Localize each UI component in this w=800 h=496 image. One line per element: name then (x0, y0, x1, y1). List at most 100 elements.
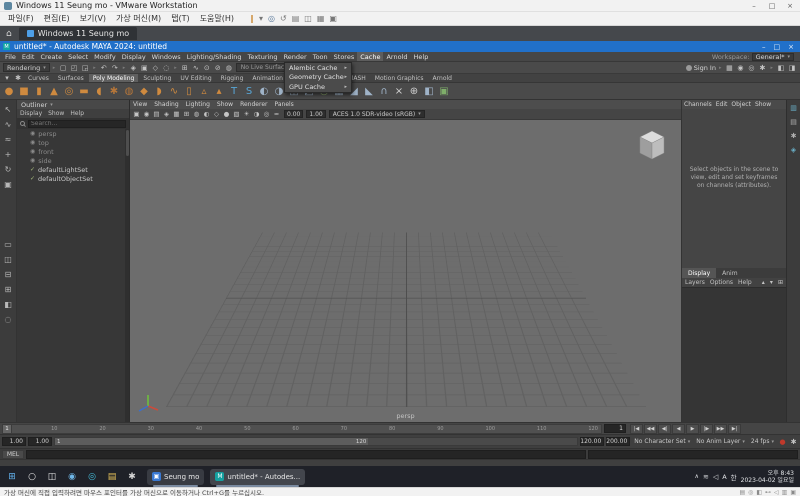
workspace-selector[interactable]: General* ▾ (751, 52, 794, 61)
make-live-icon[interactable]: ◍ (224, 63, 234, 73)
ime-hangul-indicator[interactable]: 한 (731, 472, 737, 482)
maya-menu-item[interactable]: Create (37, 52, 65, 61)
tray-volume-icon[interactable]: ◁ (713, 473, 718, 481)
vmware-menu-item[interactable]: 탭(T) (167, 13, 194, 24)
viewport-menu-item[interactable]: Shading (154, 101, 178, 108)
save-scene-icon[interactable]: ◲ (80, 63, 90, 73)
shelf-tab[interactable]: Curves (24, 74, 53, 82)
viewport-menu-item[interactable]: Show (217, 101, 233, 108)
shelf-tab[interactable]: Surfaces (54, 74, 88, 82)
boolean-union-icon[interactable]: ◐ (257, 84, 271, 98)
current-time-marker[interactable]: 1 (3, 424, 12, 433)
go-to-end-button[interactable]: ▶| (728, 423, 741, 434)
joint-xray-icon[interactable]: ◍ (192, 109, 201, 119)
edge-browser-button[interactable]: ◎ (83, 468, 101, 485)
viewport-menu-item[interactable]: Panels (274, 101, 293, 108)
search-button[interactable]: ○ (23, 468, 41, 485)
range-slider-handle[interactable]: 1 120 (55, 438, 369, 445)
maya-menu-item[interactable]: Select (65, 52, 91, 61)
shelf-gear-icon[interactable]: ✱ (13, 74, 23, 82)
toggle-right-panel-icon[interactable]: ◨ (787, 63, 797, 73)
taskbar-app-maya[interactable]: M untitled* - Autodes... (210, 468, 306, 487)
menu-set-dropdown[interactable]: Rendering ▾ (3, 63, 50, 72)
tray-chevron-icon[interactable]: ∧ (695, 473, 699, 480)
maya-minimize-button[interactable]: – (762, 43, 766, 51)
poly-sphere-icon[interactable]: ● (2, 84, 16, 98)
zoom-select-icon[interactable]: ◌ (3, 314, 13, 324)
range-slider-track[interactable]: 1 120 (54, 437, 579, 446)
outliner-menu-item[interactable]: Show (48, 110, 64, 117)
taskbar-app-seungmo[interactable]: ▣ Seung mo (147, 468, 205, 487)
shelf-tab[interactable]: UV Editing (176, 74, 215, 82)
snap-grid-icon[interactable]: ⊞ (180, 63, 190, 73)
outliner-item-persp[interactable]: ◉ persp (17, 129, 125, 138)
move-layer-down-icon[interactable]: ▾ (770, 278, 773, 288)
outliner-item-top[interactable]: ◉ top (17, 138, 125, 147)
poly-prism-icon[interactable]: ▵ (197, 84, 211, 98)
widgets-button[interactable]: ◉ (63, 468, 81, 485)
paint-select-tool-icon[interactable]: ≈ (3, 134, 13, 144)
mel-toggle-button[interactable]: MEL (2, 449, 24, 459)
cache-menu-item[interactable]: Geometry Cache ▸ (285, 73, 351, 83)
poly-plane-icon[interactable]: ▬ (77, 84, 91, 98)
ime-latin-indicator[interactable]: A (722, 473, 726, 481)
poly-pyramid-icon[interactable]: ▴ (212, 84, 226, 98)
command-result-field[interactable] (588, 449, 798, 459)
layer-editor-menu-item[interactable]: Help (738, 279, 752, 286)
viewport-menu-item[interactable]: View (133, 101, 147, 108)
poly-super-ellipse-icon[interactable]: ◗ (152, 84, 166, 98)
quad-draw-icon[interactable]: ▣ (437, 84, 451, 98)
poly-torus-icon[interactable]: ◎ (62, 84, 76, 98)
cache-menu-item[interactable]: Alembic Cache ▸ (285, 63, 351, 73)
snap-point-icon[interactable]: ⊙ (202, 63, 212, 73)
outliner-scrollbar[interactable] (125, 129, 129, 422)
maya-menu-item[interactable]: Toon (310, 52, 331, 61)
layer-list[interactable] (682, 287, 786, 422)
group-separator-icon[interactable]: ▸ (173, 65, 178, 71)
render-settings-icon[interactable]: ✱ (757, 63, 767, 73)
vmware-menu-item[interactable]: 보기(V) (76, 13, 110, 24)
group-separator-icon[interactable]: ▸ (92, 65, 97, 71)
vmware-menu-item[interactable]: 도움말(H) (196, 13, 238, 24)
suspend-button[interactable]: ‖ (250, 14, 254, 23)
shelf-tab[interactable]: Poly Modeling (88, 74, 139, 82)
exposure-field[interactable]: 0.00 (284, 110, 304, 118)
outliner-item-defaultobjectset[interactable]: ✓ defaultObjectSet (17, 174, 125, 183)
bookmarks-icon[interactable]: ◈ (162, 109, 171, 119)
play-backwards-button[interactable]: ◀ (672, 423, 685, 434)
poly-gear-icon[interactable]: ✱ (107, 84, 121, 98)
attribute-editor-toggle-icon[interactable]: ▤ (789, 117, 799, 127)
play-forwards-button[interactable]: ▶ (686, 423, 699, 434)
new-scene-icon[interactable]: ▢ (58, 63, 68, 73)
target-weld-icon[interactable]: ⊕ (407, 84, 421, 98)
shelf-tab[interactable]: Arnold (429, 74, 456, 82)
viewport-menu-item[interactable]: Lighting (186, 101, 210, 108)
textured-icon[interactable]: ▧ (232, 109, 241, 119)
task-view-button[interactable]: ◫ (43, 468, 61, 485)
maya-close-button[interactable]: × (788, 43, 794, 51)
poly-soccer-ball-icon[interactable]: ◍ (122, 84, 136, 98)
render-view-icon[interactable]: ▦ (724, 63, 734, 73)
fps-dropdown[interactable]: 24 fps ▾ (749, 438, 776, 445)
channel-box-menu-item[interactable]: Edit (716, 101, 728, 108)
type-tool-icon[interactable]: T (227, 84, 241, 98)
snapshot-take-icon[interactable]: ◎ (268, 14, 275, 23)
anim-layer-dropdown[interactable]: No Anim Layer ▾ (694, 438, 747, 445)
start-button[interactable]: ⊞ (3, 468, 21, 485)
step-forward-frame-button[interactable]: ▶▶ (714, 423, 727, 434)
redo-icon[interactable]: ↷ (110, 63, 120, 73)
shelf-tab[interactable]: Rigging (217, 74, 248, 82)
auto-key-icon[interactable]: ● (778, 437, 787, 447)
group-separator-icon[interactable]: ▸ (769, 65, 774, 71)
maya-menu-item[interactable]: Display (119, 52, 149, 61)
close-button[interactable]: × (784, 2, 796, 10)
time-slider[interactable]: 1102030405060708090100110120 1 (2, 423, 602, 434)
maya-menu-item[interactable]: Texturing (245, 52, 281, 61)
vm-cdrom-icon[interactable]: ◎ (748, 489, 753, 496)
persp-outliner-layout-icon[interactable]: ◧ (3, 299, 13, 309)
view-transform-dropdown[interactable]: ACES 1.0 SDR-video (sRGB) ▾ (328, 110, 425, 118)
file-explorer-button[interactable]: ▤ (103, 468, 121, 485)
mirror-icon[interactable]: ◧ (422, 84, 436, 98)
maya-menu-item[interactable]: Windows (149, 52, 184, 61)
vm-printer-icon[interactable]: ▥ (782, 489, 788, 496)
